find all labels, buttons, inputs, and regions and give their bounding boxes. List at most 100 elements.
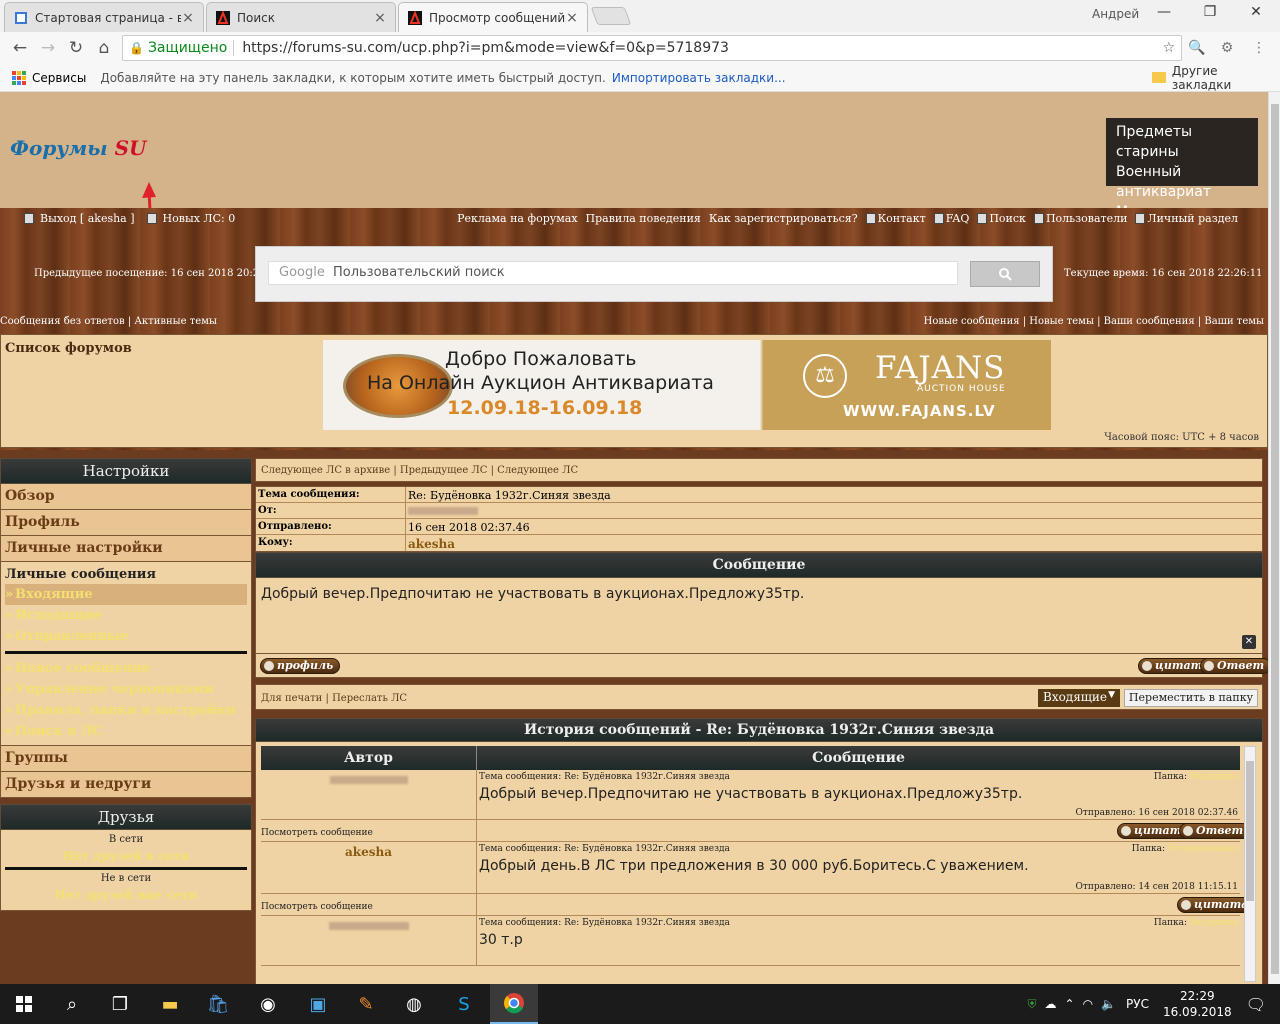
rules-link[interactable]: Правила поведения: [586, 212, 701, 225]
reload-icon[interactable]: ↻: [66, 38, 86, 58]
camera-app-icon[interactable]: ◉: [244, 984, 292, 1024]
close-window-icon[interactable]: ✕: [1236, 4, 1276, 24]
desktop-app-icon[interactable]: ▣: [294, 984, 342, 1024]
sidebar-item-sent[interactable]: Отправленные: [5, 626, 247, 647]
security-icon[interactable]: ⛨: [1028, 997, 1037, 1012]
profile-button[interactable]: профиль: [260, 658, 341, 674]
sidebar-item-rules[interactable]: Правила, папки и настройки: [5, 700, 247, 721]
next-archive-link[interactable]: Следующее ЛС в архиве: [261, 465, 390, 476]
task-view-icon[interactable]: ❐: [96, 984, 144, 1024]
search-link[interactable]: Поиск: [989, 212, 1026, 225]
sidebar-item-overview[interactable]: Обзор: [0, 484, 252, 510]
other-bookmarks[interactable]: Другие закладки: [1152, 64, 1280, 92]
active-topics-link[interactable]: Активные темы: [134, 316, 217, 327]
chevron-up-icon[interactable]: ⌃: [1065, 997, 1075, 1011]
new-topics-link[interactable]: Новые темы: [1029, 316, 1094, 327]
sidebar-item-outbox[interactable]: Исходящие: [5, 605, 247, 626]
site-logo[interactable]: Форумы SU: [10, 136, 147, 160]
back-icon[interactable]: ←: [10, 38, 30, 58]
users-link[interactable]: Пользователи: [1046, 212, 1127, 225]
folder-select[interactable]: Входящие ▼: [1038, 689, 1120, 707]
faq-link[interactable]: FAQ: [946, 212, 970, 225]
network-icon[interactable]: ☁: [1045, 997, 1057, 1011]
logo-accent: SU: [114, 136, 147, 160]
tab-pm-view[interactable]: Просмотр сообщений Л ×: [398, 2, 588, 32]
sidebar-item-pm-search[interactable]: Поиск в ЛС: [5, 721, 247, 742]
wifi-icon[interactable]: ◠: [1083, 997, 1093, 1011]
file-explorer-icon[interactable]: ▬: [146, 984, 194, 1024]
view-message-link[interactable]: Посмотреть сообщение: [261, 820, 477, 841]
skype-icon[interactable]: S: [440, 984, 488, 1024]
view-message-link[interactable]: Посмотреть сообщение: [261, 894, 477, 915]
sidebar-item-groups[interactable]: Группы: [0, 746, 252, 772]
sidebar-item-friends-foes[interactable]: Друзья и недруги: [0, 772, 252, 798]
register-help-link[interactable]: Как зарегистрироваться?: [709, 212, 858, 225]
move-to-folder-button[interactable]: Переместить в папку: [1124, 689, 1258, 707]
new-posts-link[interactable]: Новые сообщения: [924, 316, 1020, 327]
sidebar-item-profile[interactable]: Профиль: [0, 510, 252, 536]
ads-link[interactable]: Реклама на форумах: [457, 212, 577, 225]
forum-list-link[interactable]: Список форумов: [5, 341, 132, 356]
logout-link[interactable]: Выход [ akesha ]: [40, 212, 135, 225]
close-tab-icon[interactable]: ×: [373, 10, 387, 26]
volume-icon[interactable]: 🔈: [1101, 997, 1116, 1011]
history-author[interactable]: akesha: [261, 842, 477, 893]
close-tab-icon[interactable]: ×: [181, 10, 195, 26]
your-posts-link[interactable]: Ваши сообщения: [1104, 316, 1195, 327]
forward-link[interactable]: Переслать ЛС: [332, 693, 407, 704]
new-pm-link[interactable]: Новых ЛС: 0: [163, 212, 236, 225]
search-button[interactable]: [970, 261, 1040, 287]
extension-icon[interactable]: ⚙: [1216, 37, 1238, 59]
prev-pm-link[interactable]: Предыдущее ЛС: [400, 465, 488, 476]
maximize-icon[interactable]: ❐: [1190, 4, 1230, 24]
delete-icon[interactable]: ✕: [1242, 635, 1256, 649]
bookmark-star-icon[interactable]: ☆: [1162, 40, 1175, 56]
to-user-link[interactable]: akesha: [406, 535, 457, 551]
sidebar-item-drafts[interactable]: Управление черновиками: [5, 679, 247, 700]
next-pm-link[interactable]: Следующее ЛС: [497, 465, 578, 476]
profile-name[interactable]: Андрей: [1092, 7, 1139, 21]
scroll-thumb[interactable]: [1271, 104, 1279, 974]
contact-link[interactable]: Контакт: [878, 212, 926, 225]
your-topics-link[interactable]: Ваши темы: [1204, 316, 1264, 327]
chrome-icon[interactable]: [490, 984, 538, 1024]
close-tab-icon[interactable]: ×: [565, 10, 579, 26]
paint-icon[interactable]: ✎: [342, 984, 390, 1024]
import-bookmarks-link[interactable]: Импортировать закладки...: [612, 71, 786, 85]
forward-icon[interactable]: →: [38, 38, 58, 58]
address-bar[interactable]: 🔒 Защищено https://forums-su.com/ucp.php…: [122, 35, 1182, 61]
notifications-icon[interactable]: 🗨: [1246, 995, 1266, 1014]
scroll-thumb[interactable]: [1246, 761, 1254, 901]
apps-button[interactable]: Сервисы: [12, 70, 86, 85]
new-tab-button[interactable]: [590, 7, 632, 25]
url-text[interactable]: https://forums-su.com/ucp.php?i=pm&mode=…: [242, 40, 729, 56]
reply-button[interactable]: Ответ: [1200, 658, 1268, 674]
folder-link[interactable]: Отправленные: [1168, 844, 1238, 854]
print-link[interactable]: Для печати: [261, 693, 322, 704]
store-icon[interactable]: 🛍: [194, 984, 242, 1024]
minimize-icon[interactable]: —: [1144, 4, 1184, 24]
clock[interactable]: 22:29 16.09.2018: [1163, 988, 1232, 1020]
menu-icon[interactable]: ⋮: [1248, 37, 1270, 59]
search-input[interactable]: Google Пользовательский поиск: [268, 261, 958, 285]
tab-start-page[interactable]: Стартовая страница - ви ×: [4, 2, 204, 32]
extension-search-icon[interactable]: 🔍: [1186, 37, 1208, 59]
unanswered-link[interactable]: Сообщения без ответов: [0, 316, 125, 327]
home-icon[interactable]: ⌂: [94, 38, 114, 58]
folder-link[interactable]: Входящие: [1190, 918, 1238, 928]
history-scrollbar[interactable]: [1244, 746, 1256, 982]
reply-button[interactable]: Ответ: [1179, 823, 1251, 839]
disc-app-icon[interactable]: ◍: [390, 984, 438, 1024]
page-scrollbar[interactable]: [1268, 92, 1280, 984]
sidebar-item-inbox[interactable]: Входящие: [5, 584, 247, 605]
language-indicator[interactable]: РУС: [1126, 997, 1149, 1011]
ad-antiques[interactable]: Предметы старины Военный антиквариат Мно…: [1106, 118, 1258, 220]
sidebar-item-personal[interactable]: Личные настройки: [0, 536, 252, 562]
tab-search[interactable]: Поиск ×: [206, 2, 396, 32]
ucp-link[interactable]: Личный раздел: [1147, 212, 1238, 225]
windows-start-icon[interactable]: [0, 984, 48, 1024]
sidebar-item-compose[interactable]: Новое сообщение: [5, 658, 247, 679]
folder-link[interactable]: Входящие: [1190, 772, 1238, 782]
fajans-banner[interactable]: Добро Пожаловать На Онлайн Аукцион Антик…: [323, 340, 1051, 430]
search-icon[interactable]: ⌕: [48, 984, 96, 1024]
